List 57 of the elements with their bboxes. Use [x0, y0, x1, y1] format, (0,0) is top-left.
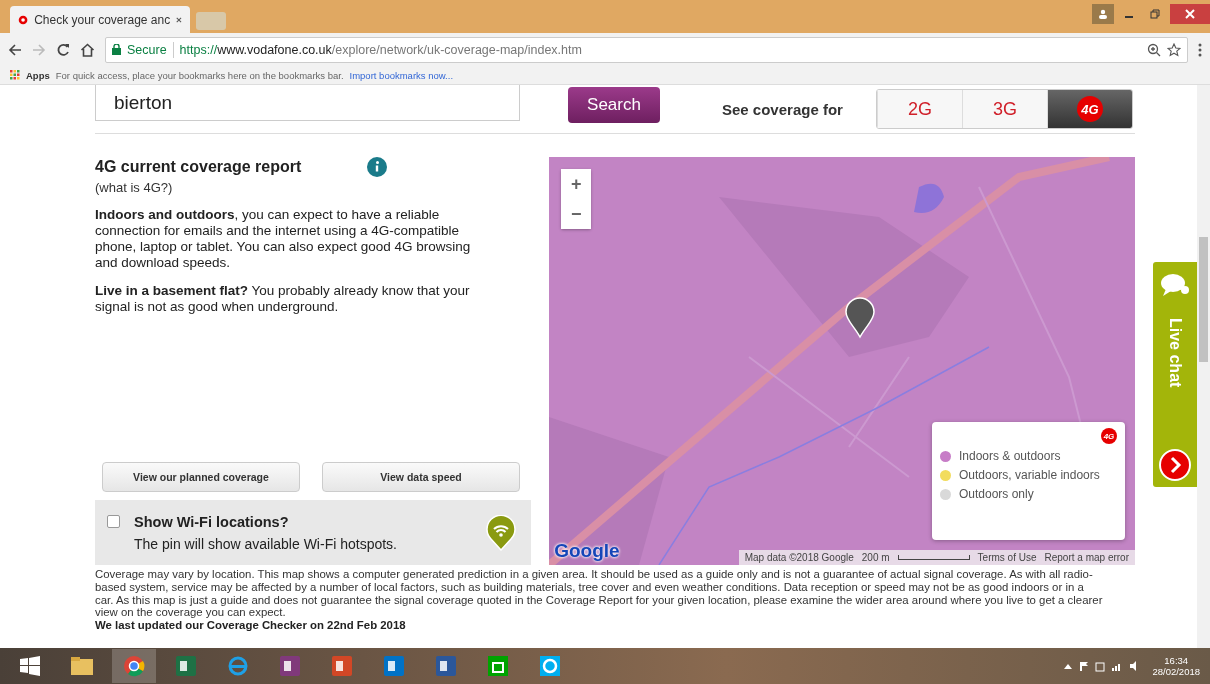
- close-button[interactable]: [1170, 4, 1210, 24]
- legend-label: Outdoors only: [959, 487, 1034, 501]
- terms-link[interactable]: Terms of Use: [977, 552, 1037, 563]
- back-icon[interactable]: [8, 42, 22, 57]
- legend-label: Outdoors, variable indoors: [959, 468, 1100, 482]
- profile-icon[interactable]: [1092, 4, 1114, 24]
- wifi-label: Show Wi-Fi locations?: [134, 513, 290, 530]
- report-paragraph: Indoors and outdoors, you can expect to have a reliable connection for emails and the internet using a 4G-compatible phone, laptop or tablet. You can also expect good 4G browsing and download speeds.: [95, 207, 472, 271]
- last-updated-text: We last updated our Coverage Checker on 22nd Feb 2018: [95, 619, 407, 632]
- browser-icon[interactable]: [112, 649, 156, 683]
- secure-label: Secure: [127, 42, 167, 57]
- zoom-icon[interactable]: [1147, 42, 1161, 57]
- scale-label: 200 m: [861, 552, 890, 563]
- scrollbar[interactable]: [1197, 85, 1210, 648]
- clock-date: 28/02/2018: [1152, 666, 1200, 677]
- chat-bubble-icon: [1160, 272, 1190, 298]
- disclaimer-text: Coverage may vary by location. This map shows a computer generated prediction in a given area. It should be used as a guide only and is not a guarantee of actual signal coverage. As with all radio-based system, service may be affected by a number of local factors, such as building materials, tree cover and even weather conditions. Data reception or speed may not be as good indoors or in a car. As this map is just a guide and does not guarantee the signal coverage quoted in the Coverage Report for your given location, please examine the wider area around where you live to get a clearer view on the coverage you can expect.: [95, 568, 1104, 620]
- coverage-option-button[interactable]: View data speed: [322, 462, 520, 492]
- lock-icon: [112, 44, 121, 55]
- close-icon: [1185, 9, 1195, 19]
- arrow-circle-icon: [1159, 449, 1191, 481]
- map-attribution: Map data ©2018 Google: [744, 552, 854, 563]
- menu-icon[interactable]: [1198, 42, 1202, 57]
- home-icon[interactable]: [80, 42, 95, 57]
- close-icon[interactable]: [176, 15, 182, 24]
- network-tab[interactable]: 3G: [962, 90, 1047, 128]
- report-error-link[interactable]: Report a map error: [1044, 552, 1129, 563]
- info-icon[interactable]: [367, 157, 387, 177]
- report-title: 4G current coverage report: [95, 158, 303, 176]
- zoom-out-button[interactable]: −: [561, 199, 592, 229]
- coverage-option-button[interactable]: View our planned coverage: [102, 462, 300, 492]
- wifi-pin-icon: [486, 514, 517, 551]
- network-tab[interactable]: 2G: [877, 90, 962, 128]
- report-paragraph: Live in a basement flat? You probably already know that your signal is not as good when underground.: [95, 283, 471, 315]
- star-icon[interactable]: [1167, 42, 1181, 57]
- bookmarks-hint: For quick access, place your bookmarks here on the bookmarks bar.: [55, 69, 344, 81]
- wifi-hint: The pin will show available Wi-Fi hotspots.: [134, 535, 398, 552]
- search-field[interactable]: bierton: [95, 85, 520, 121]
- restore-icon[interactable]: [1150, 9, 1160, 19]
- map-logo: Google: [554, 540, 620, 562]
- wifi-checkbox[interactable]: [107, 515, 120, 528]
- clock-time: 16:34: [1164, 655, 1189, 666]
- what-is-4g-link[interactable]: (what is 4G?): [95, 180, 532, 195]
- legend-label: Indoors & outdoors: [959, 449, 1061, 463]
- coverage-label: See coverage for: [722, 100, 843, 118]
- browser-tab[interactable]: Check your coverage anc: [10, 6, 190, 33]
- address-bar[interactable]: Secure https://www.vodafone.co.uk/explore/network/uk-coverage-map/index.htm: [105, 36, 1188, 63]
- start-icon[interactable]: [20, 656, 40, 676]
- apps-label[interactable]: Apps: [26, 69, 50, 81]
- zoom-in-button[interactable]: +: [561, 169, 592, 199]
- legend-badge: 4G: [1101, 428, 1117, 444]
- reload-icon[interactable]: [56, 42, 70, 57]
- search-button[interactable]: Search: [568, 87, 660, 123]
- apps-grid-icon[interactable]: [10, 70, 20, 80]
- url-text: https://www.vodafone.co.uk/explore/network/uk-coverage-map/index.htm: [179, 42, 582, 57]
- import-bookmarks-link[interactable]: Import bookmarks now...: [349, 69, 453, 81]
- network-tab[interactable]: 4G: [1047, 90, 1132, 128]
